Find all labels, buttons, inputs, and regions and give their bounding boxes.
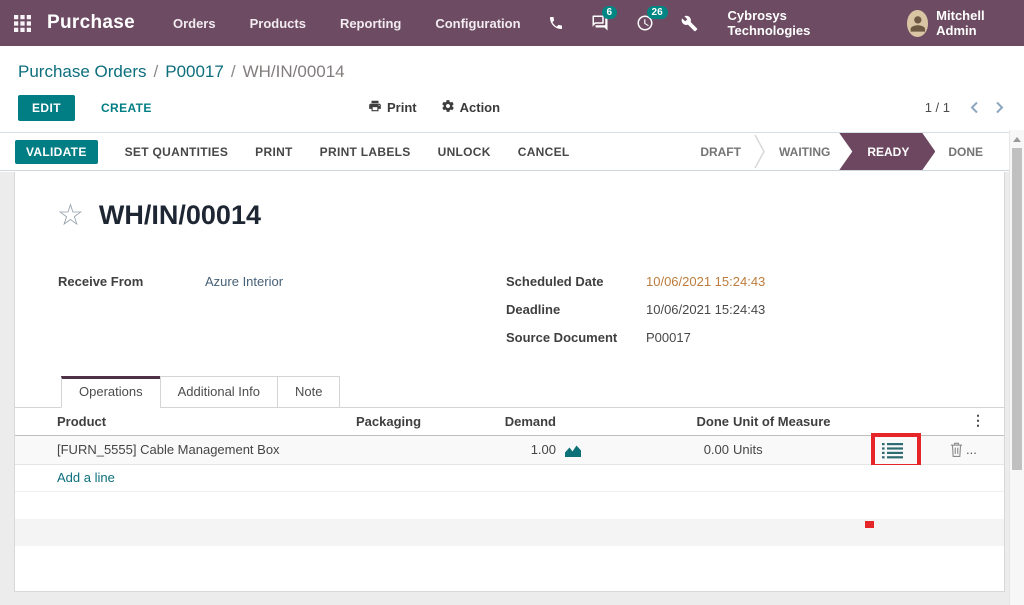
tools-wrench-icon[interactable] xyxy=(681,14,698,32)
column-options-icon[interactable]: ⋮ xyxy=(971,412,985,429)
odoo-purchase-receipt-screen: Purchase Orders Products Reporting Confi… xyxy=(0,0,1024,605)
breadcrumb-p00017[interactable]: P00017 xyxy=(165,62,224,81)
row-done-value: 0.00 xyxy=(629,442,729,457)
vertical-scrollbar[interactable] xyxy=(1009,130,1024,605)
app-name[interactable]: Purchase xyxy=(47,12,135,34)
pager-previous-icon[interactable] xyxy=(970,101,979,114)
tab-additional-info[interactable]: Additional Info xyxy=(160,376,278,408)
state-separator xyxy=(754,133,766,170)
statusbar-buttons: VALIDATE SET QUANTITIES PRINT PRINT LABE… xyxy=(15,140,570,164)
pager-counter: 1 / 1 xyxy=(925,100,950,115)
breadcrumb-separator: / xyxy=(154,62,159,81)
status-pipeline: DRAFT WAITING READY DONE xyxy=(687,133,1024,170)
action-menu-button[interactable]: Action xyxy=(441,99,500,116)
favorite-star-icon[interactable]: ☆ xyxy=(57,201,84,231)
app-menu: Orders Products Reporting Configuration xyxy=(173,16,521,31)
deadline-label: Deadline xyxy=(506,302,560,317)
breadcrumb-purchase-orders[interactable]: Purchase Orders xyxy=(18,62,147,81)
row-uom-value: Units xyxy=(733,442,763,457)
menu-reporting[interactable]: Reporting xyxy=(340,16,401,31)
operations-table: Product Packaging Demand Done Unit of Me… xyxy=(15,408,1004,546)
pager: 1 / 1 xyxy=(925,100,1006,115)
highlight-box xyxy=(871,433,921,468)
menu-orders[interactable]: Orders xyxy=(173,16,216,31)
row-trailing-ellipsis: ... xyxy=(966,442,977,457)
receive-from-value: Azure Interior xyxy=(205,274,283,289)
print-button[interactable]: PRINT xyxy=(255,145,293,159)
user-avatar[interactable] xyxy=(907,10,929,37)
highlight-marker xyxy=(865,521,874,528)
messages-badge: 6 xyxy=(602,6,618,19)
deadline-value: 10/06/2021 15:24:43 xyxy=(646,302,765,317)
user-name[interactable]: Mitchell Admin xyxy=(936,8,1010,38)
title-row: ☆ WH/IN/00014 xyxy=(57,200,261,231)
empty-row xyxy=(15,492,1004,519)
header-done[interactable]: Done xyxy=(629,414,729,429)
document-title: WH/IN/00014 xyxy=(99,200,261,231)
phone-icon[interactable] xyxy=(548,14,564,32)
cancel-button[interactable]: CANCEL xyxy=(518,145,570,159)
tab-note[interactable]: Note xyxy=(277,376,340,408)
activities-badge: 26 xyxy=(647,6,668,19)
create-button[interactable]: CREATE xyxy=(101,101,152,115)
scheduled-date-label: Scheduled Date xyxy=(506,274,604,289)
control-panel-tools: Print Action xyxy=(368,94,500,121)
form-statusbar: VALIDATE SET QUANTITIES PRINT PRINT LABE… xyxy=(0,132,1024,171)
row-product-value: [FURN_5555] Cable Management Box xyxy=(57,442,280,457)
menu-products[interactable]: Products xyxy=(250,16,306,31)
set-quantities-button[interactable]: SET QUANTITIES xyxy=(125,145,229,159)
activities-clock-icon[interactable]: 26 xyxy=(636,14,654,32)
source-document-value: P00017 xyxy=(646,330,691,345)
add-line-row: Add a line xyxy=(15,465,1004,492)
scrollbar-thumb[interactable] xyxy=(1012,148,1022,470)
apps-grid-icon[interactable] xyxy=(14,14,31,32)
scrollbar-up-arrow-icon[interactable] xyxy=(1013,137,1021,142)
print-labels-button[interactable]: PRINT LABELS xyxy=(320,145,411,159)
receive-from-label: Receive From xyxy=(58,274,143,289)
control-panel: EDIT CREATE Print Action 1 / 1 xyxy=(18,94,1006,121)
header-product[interactable]: Product xyxy=(57,414,106,429)
source-document-label: Source Document xyxy=(506,330,617,345)
row-demand-value: 1.00 xyxy=(456,442,556,457)
header-unit-of-measure[interactable]: Unit of Measure xyxy=(733,414,831,429)
header-packaging[interactable]: Packaging xyxy=(356,414,421,429)
unlock-button[interactable]: UNLOCK xyxy=(438,145,491,159)
delete-row-button[interactable]: ... xyxy=(949,441,977,458)
validate-button[interactable]: VALIDATE xyxy=(15,140,98,164)
printer-icon xyxy=(368,99,382,116)
tab-operations[interactable]: Operations xyxy=(61,376,161,408)
action-menu-label: Action xyxy=(460,100,500,115)
edit-button[interactable]: EDIT xyxy=(18,95,75,121)
breadcrumb-active: WH/IN/00014 xyxy=(243,62,345,81)
state-ready-active[interactable]: READY xyxy=(839,133,935,170)
scheduled-date-value: 10/06/2021 15:24:43 xyxy=(646,274,765,289)
navbar-right: 6 26 Cybrosys Technologies Mitchell Admi… xyxy=(521,8,1010,38)
table-row[interactable]: [FURN_5555] Cable Management Box 1.00 0.… xyxy=(15,436,1004,465)
state-waiting[interactable]: WAITING xyxy=(766,133,843,170)
menu-configuration[interactable]: Configuration xyxy=(435,16,520,31)
notebook-tabs: Operations Additional Info Note xyxy=(15,377,1004,408)
forecast-chart-icon[interactable] xyxy=(564,444,582,461)
top-navbar: Purchase Orders Products Reporting Confi… xyxy=(0,0,1024,46)
table-header-row: Product Packaging Demand Done Unit of Me… xyxy=(15,408,1004,436)
empty-row-striped xyxy=(15,519,1004,546)
content-area: ☆ WH/IN/00014 Receive From Azure Interio… xyxy=(0,172,1024,605)
messages-icon[interactable]: 6 xyxy=(591,14,609,32)
breadcrumb: Purchase Orders / P00017 / WH/IN/00014 xyxy=(0,46,1024,82)
header-demand[interactable]: Demand xyxy=(456,414,556,429)
pager-next-icon[interactable] xyxy=(995,101,1004,114)
add-a-line-link[interactable]: Add a line xyxy=(57,470,115,485)
state-draft[interactable]: DRAFT xyxy=(687,133,754,170)
breadcrumb-separator: / xyxy=(231,62,236,81)
company-name[interactable]: Cybrosys Technologies xyxy=(728,8,845,38)
print-menu-button[interactable]: Print xyxy=(368,99,417,116)
print-menu-label: Print xyxy=(387,100,417,115)
form-sheet: ☆ WH/IN/00014 Receive From Azure Interio… xyxy=(14,172,1005,592)
state-done[interactable]: DONE xyxy=(935,133,996,170)
gear-icon xyxy=(441,99,455,116)
